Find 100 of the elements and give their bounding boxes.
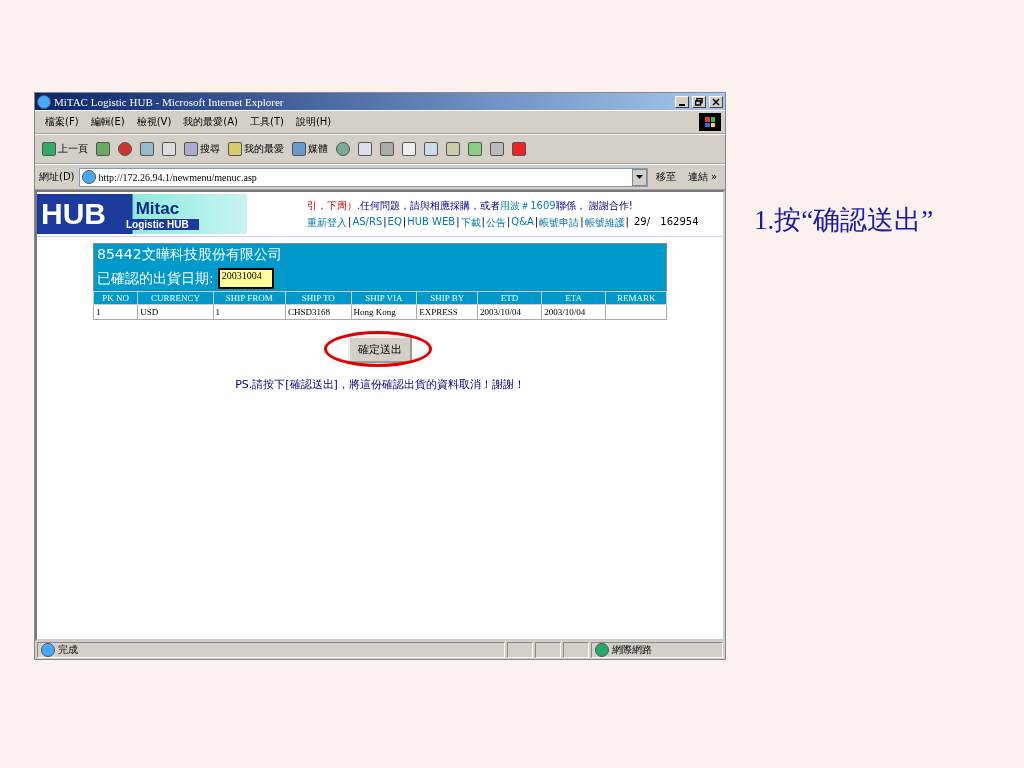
close-button[interactable] bbox=[709, 95, 723, 108]
menu-item[interactable]: 工具(T) bbox=[244, 115, 290, 129]
time-text: 162954 bbox=[659, 215, 699, 229]
column-header: SHIP VIA bbox=[351, 291, 417, 305]
menu-item[interactable]: 說明(H) bbox=[289, 115, 338, 129]
media-button[interactable]: 媒體 bbox=[289, 142, 331, 156]
home-button[interactable] bbox=[159, 142, 179, 156]
company-name: 85442文曄科技股份有限公司 bbox=[93, 243, 667, 266]
tools-button[interactable] bbox=[443, 142, 463, 156]
separator: | bbox=[402, 215, 407, 230]
toolbar-icon bbox=[336, 142, 350, 156]
window-title: MiTAC Logistic HUB - Microsoft Internet Explorer bbox=[54, 95, 285, 108]
logo-text: HUB bbox=[41, 197, 106, 231]
address-field[interactable]: http://172.26.94.1/newmenu/menuc.asp bbox=[78, 167, 648, 187]
slide-caption: 1.按“确認送出” bbox=[754, 204, 934, 237]
dropdown-button[interactable] bbox=[631, 168, 647, 186]
minimize-button[interactable] bbox=[675, 95, 689, 108]
nav-link[interactable]: 公告 bbox=[485, 215, 506, 230]
toolbar-icon bbox=[292, 142, 306, 156]
column-header: REMARK bbox=[605, 291, 667, 305]
restore-button[interactable] bbox=[692, 95, 706, 108]
notice-text: 引，下周）.任何問題，請與相應採購，或者用波＃1609聯係， 謝謝合作! bbox=[307, 198, 634, 213]
discuss-button[interactable] bbox=[421, 142, 441, 156]
zone-text: 網際網路 bbox=[612, 643, 652, 657]
nav-link[interactable]: 帳號維護 bbox=[584, 215, 625, 230]
separator: | bbox=[580, 215, 584, 230]
menu-item[interactable]: 檢視(V) bbox=[130, 115, 178, 129]
messenger-button[interactable] bbox=[465, 142, 485, 156]
page-icon bbox=[41, 643, 55, 657]
table-cell: 2003/10/04 bbox=[477, 304, 542, 320]
browser-icon bbox=[37, 94, 51, 109]
separator: | bbox=[348, 215, 352, 230]
edit-button[interactable] bbox=[399, 142, 419, 156]
date-text: 29/ bbox=[633, 215, 650, 229]
minimize-icon bbox=[679, 103, 685, 106]
toolbar-icon bbox=[380, 142, 394, 156]
menu-item[interactable]: 我的最愛(A) bbox=[177, 115, 244, 129]
nav-link[interactable]: EQ bbox=[387, 215, 402, 230]
restore-icon bbox=[695, 97, 703, 106]
separator: | bbox=[481, 215, 485, 230]
column-header: SHIP BY bbox=[416, 291, 478, 305]
toolbar-icon bbox=[140, 142, 154, 156]
nav-link[interactable]: 重新登入 bbox=[307, 215, 347, 230]
column-header: PK NO bbox=[93, 291, 138, 305]
links-button[interactable]: 連結 » bbox=[683, 170, 721, 184]
brand-name: Mitac bbox=[135, 198, 180, 219]
address-label: 網址(D) bbox=[39, 170, 75, 184]
column-header: ETA bbox=[541, 291, 606, 305]
mail-button[interactable] bbox=[355, 142, 375, 156]
menu-item[interactable]: 檔案(F) bbox=[39, 115, 85, 129]
separator: | bbox=[456, 215, 460, 230]
separator: | bbox=[383, 215, 387, 230]
toolbar-icon bbox=[228, 142, 242, 156]
plugin-button[interactable] bbox=[487, 142, 507, 156]
toolbar-icon bbox=[402, 142, 416, 156]
date-field[interactable]: 20031004 bbox=[217, 268, 274, 289]
column-header: SHIP TO bbox=[285, 291, 351, 305]
toolbar-icon bbox=[490, 142, 504, 156]
caret-icon bbox=[635, 175, 643, 179]
date-label: 已確認的出貨日期: bbox=[97, 269, 214, 286]
go-button[interactable]: 移至 bbox=[651, 170, 680, 184]
table-cell: 2003/10/04 bbox=[541, 304, 606, 320]
nav-link[interactable]: Q&A bbox=[511, 215, 534, 230]
table-cell: EXPRESS bbox=[416, 304, 478, 320]
table-cell: CHSD3168 bbox=[285, 304, 351, 320]
toolbar-icon bbox=[446, 142, 460, 156]
favorites-button[interactable]: 我的最愛 bbox=[225, 142, 287, 156]
toolbar-icon bbox=[468, 142, 482, 156]
table-cell: 1 bbox=[93, 304, 138, 320]
back-button[interactable]: 上一頁 bbox=[39, 142, 91, 156]
windows-logo-icon bbox=[699, 113, 721, 131]
table-cell: Hong Kong bbox=[351, 304, 417, 320]
confirm-button[interactable]: 確定送出 bbox=[348, 336, 412, 363]
toolbar-icon bbox=[162, 142, 176, 156]
print-button[interactable] bbox=[377, 142, 397, 156]
search-button[interactable]: 搜尋 bbox=[181, 142, 223, 156]
menu-item[interactable]: 編輯(E) bbox=[84, 115, 131, 129]
forward-button[interactable] bbox=[93, 142, 113, 156]
status-text: 完成 bbox=[58, 643, 78, 657]
nav-link[interactable]: AS/RS bbox=[352, 215, 383, 230]
nav-link[interactable]: 下載 bbox=[460, 215, 481, 230]
toolbar-icon bbox=[96, 142, 110, 156]
zd-button[interactable] bbox=[509, 142, 529, 156]
column-header: SHIP FROM bbox=[213, 291, 286, 305]
toolbar-icon bbox=[424, 142, 438, 156]
table-cell: 1 bbox=[213, 304, 286, 320]
separator: | bbox=[625, 215, 629, 230]
refresh-button[interactable] bbox=[137, 142, 157, 156]
close-icon bbox=[712, 97, 720, 106]
toolbar-icon bbox=[42, 142, 56, 156]
nav-link[interactable]: HUB WEB bbox=[407, 215, 456, 230]
separator: | bbox=[534, 215, 539, 230]
toolbar-icon bbox=[358, 142, 372, 156]
note-text: PS.請按下[確認送出]，將這份確認出貨的資料取消！謝謝！ bbox=[235, 377, 525, 392]
nav-link[interactable]: 帳號申請 bbox=[539, 215, 580, 230]
toolbar-icon bbox=[512, 142, 526, 156]
toolbar-icon bbox=[118, 142, 132, 156]
table-cell: USD bbox=[137, 304, 214, 320]
separator: | bbox=[506, 215, 511, 230]
column-header: CURRENCY bbox=[137, 291, 214, 305]
